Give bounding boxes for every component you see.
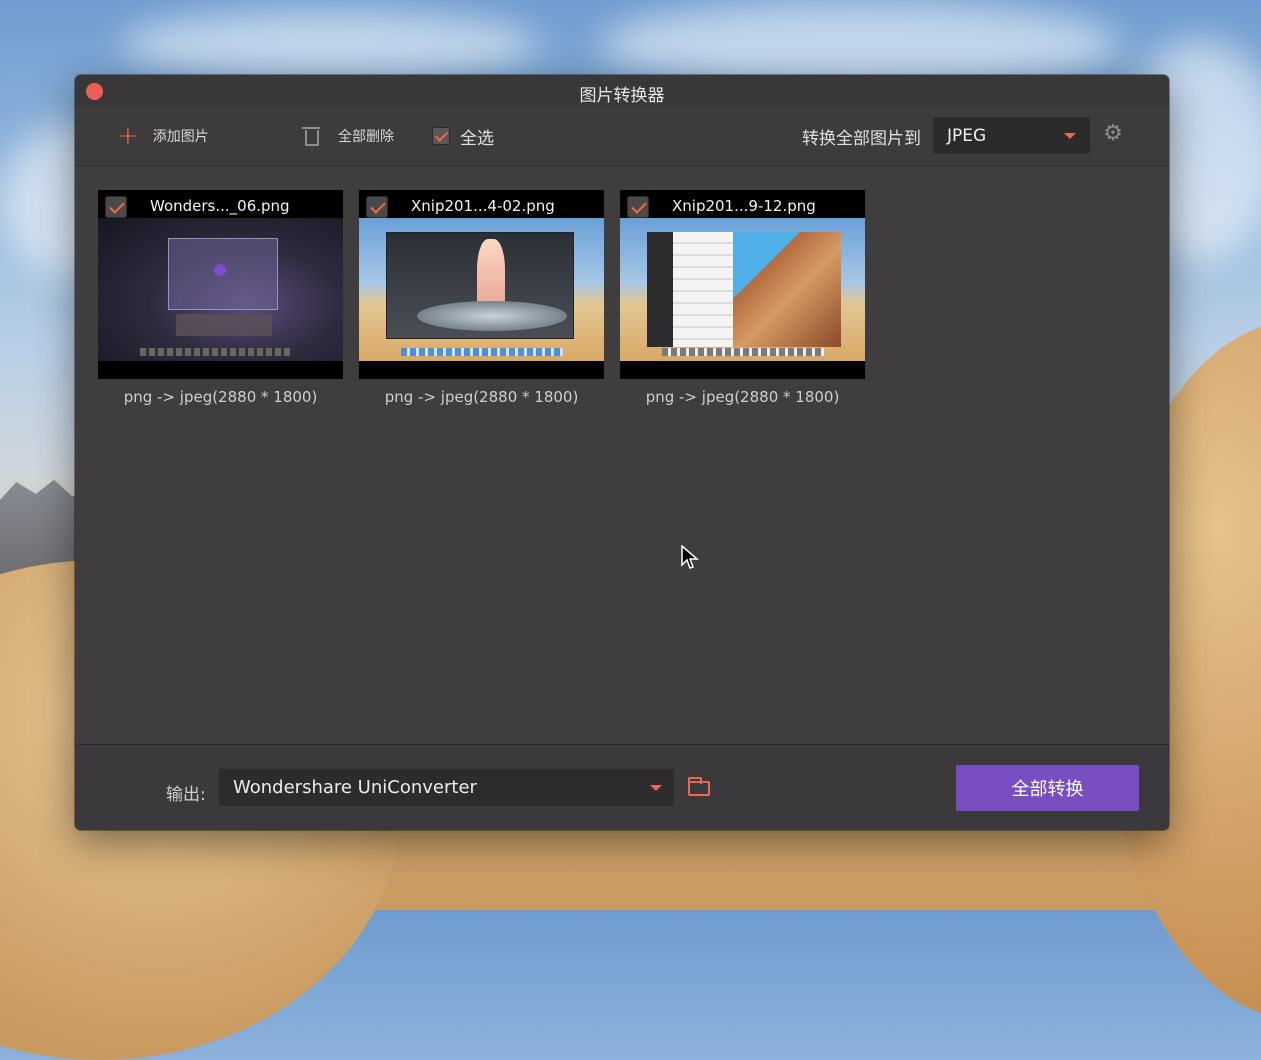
image-filename: Wonders..._06.png xyxy=(150,197,290,215)
select-all-label: 全选 xyxy=(460,128,494,149)
select-all-checkbox[interactable]: 全选 xyxy=(432,107,494,165)
checkbox-icon xyxy=(432,127,450,145)
conversion-info: png -> jpeg(2880 * 1800) xyxy=(123,388,318,406)
add-image-button[interactable]: + 添加图片 xyxy=(117,107,209,165)
output-location-value: Wondershare UniConverter xyxy=(233,777,477,798)
convert-all-to-label: 转换全部图片到 xyxy=(802,128,921,149)
delete-all-button[interactable]: 全部删除 xyxy=(302,107,394,165)
screenshot-preview xyxy=(620,218,865,361)
chevron-down-icon xyxy=(650,785,662,791)
image-filename: Xnip201...9-12.png xyxy=(672,197,816,215)
image-thumbnail[interactable]: Xnip201...4-02.png xyxy=(359,190,604,379)
title-bar: 图片转换器 xyxy=(75,75,1169,107)
format-select-value: JPEG xyxy=(947,125,987,146)
screenshot-preview xyxy=(359,218,604,361)
image-checkbox[interactable] xyxy=(366,196,388,218)
gear-icon[interactable]: ⚙ xyxy=(1102,123,1124,145)
plus-icon: + xyxy=(117,121,139,151)
image-thumbnail[interactable]: Wonders..._06.png xyxy=(98,190,343,379)
image-card[interactable]: Xnip201...4-02.png png -> jpeg(2880 * 18… xyxy=(359,190,604,406)
chevron-down-icon xyxy=(1064,133,1076,139)
conversion-info: png -> jpeg(2880 * 1800) xyxy=(645,388,840,406)
output-location-select[interactable]: Wondershare UniConverter xyxy=(219,769,674,806)
image-thumbnail[interactable]: Xnip201...9-12.png xyxy=(620,190,865,379)
toolbar: + 添加图片 全部删除 全选 转换全部图片到 JPEG ⚙ xyxy=(75,107,1169,166)
image-checkbox[interactable] xyxy=(105,196,127,218)
window-title: 图片转换器 xyxy=(579,86,665,106)
output-label: 输出: xyxy=(166,785,206,805)
convert-all-button[interactable]: 全部转换 xyxy=(956,765,1139,811)
conversion-info: png -> jpeg(2880 * 1800) xyxy=(384,388,579,406)
image-card[interactable]: Wonders..._06.png png -> jpeg(2880 * 180… xyxy=(98,190,343,406)
screenshot-preview xyxy=(98,218,343,361)
image-converter-window: 图片转换器 + 添加图片 全部删除 全选 转换全部图片到 JPEG ⚙ Wond… xyxy=(75,75,1169,830)
trash-icon xyxy=(302,127,320,146)
add-image-label: 添加图片 xyxy=(152,129,209,145)
delete-all-label: 全部删除 xyxy=(338,129,394,145)
folder-icon[interactable] xyxy=(688,777,710,796)
image-checkbox[interactable] xyxy=(627,196,649,218)
footer-bar: 输出: Wondershare UniConverter 全部转换 xyxy=(75,744,1169,830)
image-filename: Xnip201...4-02.png xyxy=(411,197,555,215)
image-card[interactable]: Xnip201...9-12.png png -> jpeg(2880 * 18… xyxy=(620,190,865,406)
format-select[interactable]: JPEG xyxy=(933,117,1090,154)
